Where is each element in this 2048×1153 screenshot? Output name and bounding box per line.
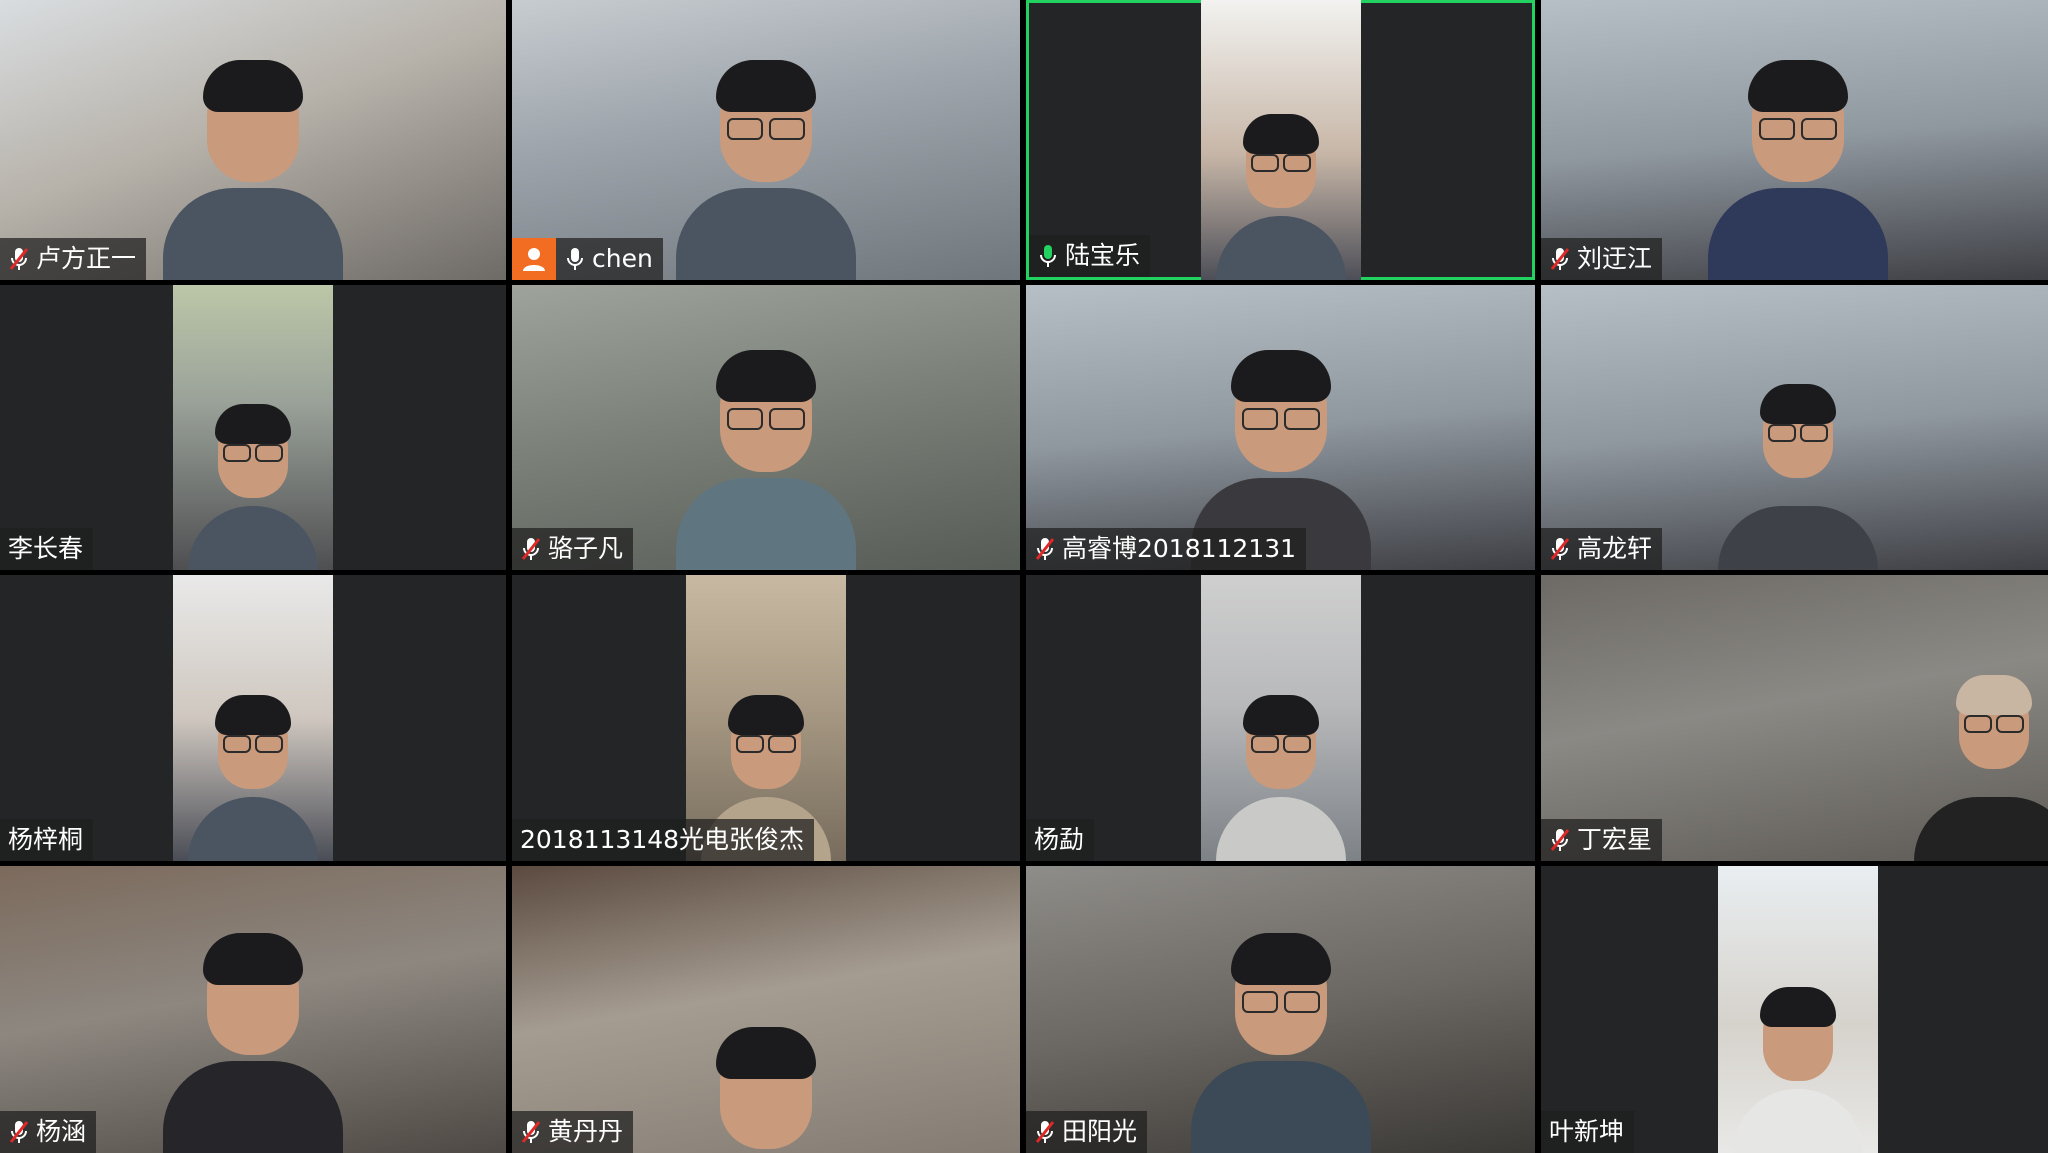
name-label: 陆宝乐	[1029, 235, 1151, 277]
mic-muted-icon	[1549, 246, 1571, 272]
participant-tile[interactable]: 杨勐	[1026, 575, 1535, 861]
participant-video	[1914, 661, 2048, 861]
name-label: 高龙轩	[1541, 528, 1663, 570]
video-grid: 卢方正一 chen 陆宝乐 刘迂江 李长春 骆子凡 高睿博2018112131 …	[0, 0, 2048, 1153]
name-label: 李长春	[0, 528, 94, 570]
participant-tile[interactable]: 2018113148光电张俊杰	[512, 575, 1020, 861]
mic-muted-icon	[1549, 827, 1571, 853]
participant-name: 骆子凡	[548, 534, 624, 563]
mic-muted-icon	[8, 246, 30, 272]
mic-muted-icon	[1549, 536, 1571, 562]
participant-tile[interactable]: 叶新坤	[1541, 866, 2048, 1153]
participant-video	[676, 50, 856, 280]
name-label: 丁宏星	[1541, 819, 1663, 861]
participant-name: 陆宝乐	[1065, 241, 1141, 270]
participant-tile[interactable]: 杨梓桐	[0, 575, 506, 861]
participant-name: 刘迂江	[1577, 244, 1653, 273]
participant-tile[interactable]: 高龙轩	[1541, 285, 2048, 570]
name-label: 杨涵	[0, 1111, 97, 1153]
participant-video	[676, 1013, 856, 1153]
participant-name: 杨涵	[36, 1117, 87, 1146]
participant-name: 杨勐	[1034, 825, 1085, 854]
participant-video	[163, 50, 343, 280]
name-label: 高睿博2018112131	[1026, 528, 1307, 570]
mic-muted-icon	[1034, 536, 1056, 562]
mic-muted-icon	[1034, 1119, 1056, 1145]
person-avatar-icon[interactable]	[512, 238, 556, 280]
name-label: 卢方正一	[0, 238, 147, 280]
participant-video	[1707, 50, 1888, 280]
participant-name: chen	[592, 244, 653, 273]
participant-tile[interactable]: 李长春	[0, 285, 506, 570]
participant-video	[188, 390, 318, 570]
mic-muted-icon	[520, 536, 542, 562]
participant-name: 田阳光	[1062, 1117, 1138, 1146]
video-feed	[173, 575, 333, 861]
participant-video	[1215, 681, 1346, 861]
participant-name: 丁宏星	[1577, 825, 1653, 854]
participant-video	[1717, 370, 1878, 570]
participant-video	[1732, 973, 1863, 1153]
participant-name: 李长春	[8, 534, 84, 563]
participant-tile-active-speaker[interactable]: 陆宝乐	[1026, 0, 1535, 280]
name-label: 刘迂江	[1541, 238, 1663, 280]
participant-video	[676, 340, 856, 570]
participant-tile[interactable]: 刘迂江	[1541, 0, 2048, 280]
video-feed	[1200, 575, 1361, 861]
participant-tile[interactable]: 杨涵	[0, 866, 506, 1153]
mic-muted-icon	[520, 1119, 542, 1145]
name-label: 杨勐	[1026, 819, 1095, 861]
mic-icon	[564, 246, 586, 272]
mic-speaking-icon	[1037, 243, 1059, 269]
participant-tile[interactable]: 黄丹丹	[512, 866, 1020, 1153]
participant-tile[interactable]: 田阳光	[1026, 866, 1535, 1153]
participant-name: 杨梓桐	[8, 825, 84, 854]
video-feed	[1717, 866, 1878, 1153]
participant-name: 黄丹丹	[548, 1117, 624, 1146]
name-label: 黄丹丹	[512, 1111, 634, 1153]
participant-video	[1190, 923, 1371, 1153]
participant-tile[interactable]: 高睿博2018112131	[1026, 285, 1535, 570]
mic-muted-icon	[8, 1119, 30, 1145]
participant-name: 高睿博2018112131	[1062, 534, 1297, 563]
participant-name: 高龙轩	[1577, 534, 1653, 563]
participant-tile[interactable]: 骆子凡	[512, 285, 1020, 570]
participant-video	[1215, 100, 1346, 280]
name-label: 2018113148光电张俊杰	[512, 819, 815, 861]
name-label: 叶新坤	[1541, 1111, 1635, 1153]
participant-name: 2018113148光电张俊杰	[520, 825, 805, 854]
name-label: 骆子凡	[512, 528, 634, 570]
participant-tile[interactable]: 卢方正一	[0, 0, 506, 280]
name-label: chen	[556, 238, 663, 280]
participant-tile[interactable]: 丁宏星	[1541, 575, 2048, 861]
participant-tile[interactable]: chen	[512, 0, 1020, 280]
name-label: 杨梓桐	[0, 819, 94, 861]
participant-name: 卢方正一	[36, 244, 137, 273]
name-label: 田阳光	[1026, 1111, 1148, 1153]
participant-video	[163, 923, 343, 1153]
video-feed	[1200, 0, 1361, 280]
participant-name: 叶新坤	[1549, 1117, 1625, 1146]
video-feed	[173, 285, 333, 570]
participant-video	[188, 681, 318, 861]
